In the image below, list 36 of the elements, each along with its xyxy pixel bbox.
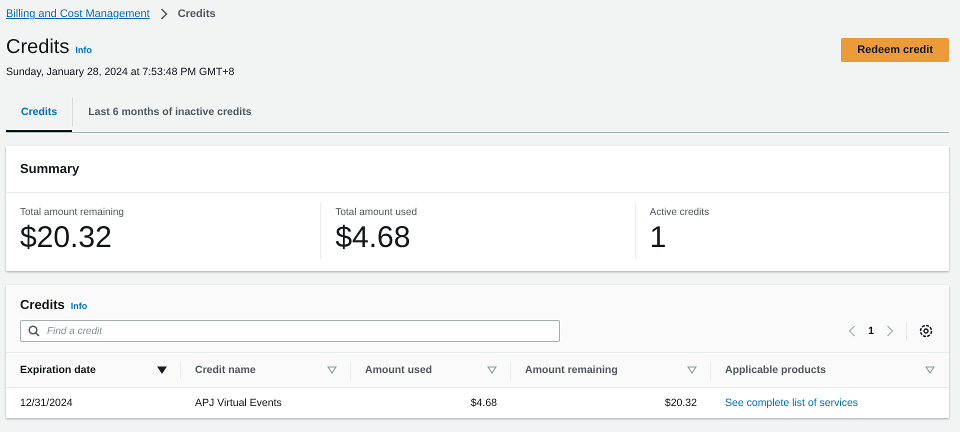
metric-value: 1 <box>650 221 668 255</box>
settings-icon[interactable] <box>919 324 933 338</box>
breadcrumb-link[interactable]: Billing and Cost Management <box>6 8 150 20</box>
sort-icon[interactable] <box>925 366 935 374</box>
table-cell: 12/31/2024 <box>20 397 73 409</box>
column-header[interactable]: Amount used <box>365 364 432 376</box>
redeem-credit-button[interactable]: Redeem credit <box>841 38 949 62</box>
metric-value: $20.32 <box>20 221 113 255</box>
timestamp: Sunday, January 28, 2024 at 7:53:48 PM GMT+8 <box>6 66 234 78</box>
info-link[interactable]: Info <box>70 301 88 311</box>
metric-value: $4.68 <box>335 221 412 255</box>
page-number[interactable]: 1 <box>868 325 874 337</box>
metric-label: Total amount remaining <box>20 207 125 218</box>
metric-label: Active credits <box>650 207 710 218</box>
table-cell: $4.68 <box>470 397 497 409</box>
sort-icon[interactable] <box>327 366 337 374</box>
tab[interactable]: Last 6 months of inactive credits <box>73 92 267 132</box>
sort-descending-icon[interactable] <box>157 366 167 374</box>
table-cell: APJ Virtual Events <box>195 397 282 409</box>
page-title: Credits <box>6 36 70 59</box>
column-header[interactable]: Credit name <box>195 364 256 376</box>
chevron-right-icon <box>160 8 168 20</box>
card-title: Credits <box>20 297 65 312</box>
sort-icon[interactable] <box>487 366 497 374</box>
table-cell: $20.32 <box>664 397 697 409</box>
sort-icon[interactable] <box>687 366 697 374</box>
column-header[interactable]: Amount remaining <box>525 364 618 376</box>
breadcrumb-current: Credits <box>178 8 216 20</box>
column-header[interactable]: Applicable products <box>725 364 826 376</box>
metric-label: Total amount used <box>335 207 418 218</box>
chevron-right-icon[interactable] <box>886 325 894 337</box>
search-field[interactable]: Find a credit <box>20 320 560 342</box>
info-link[interactable]: Info <box>75 45 92 55</box>
chevron-left-icon[interactable] <box>848 325 856 337</box>
card-title: Summary <box>20 161 80 176</box>
column-header[interactable]: Expiration date <box>20 364 96 376</box>
